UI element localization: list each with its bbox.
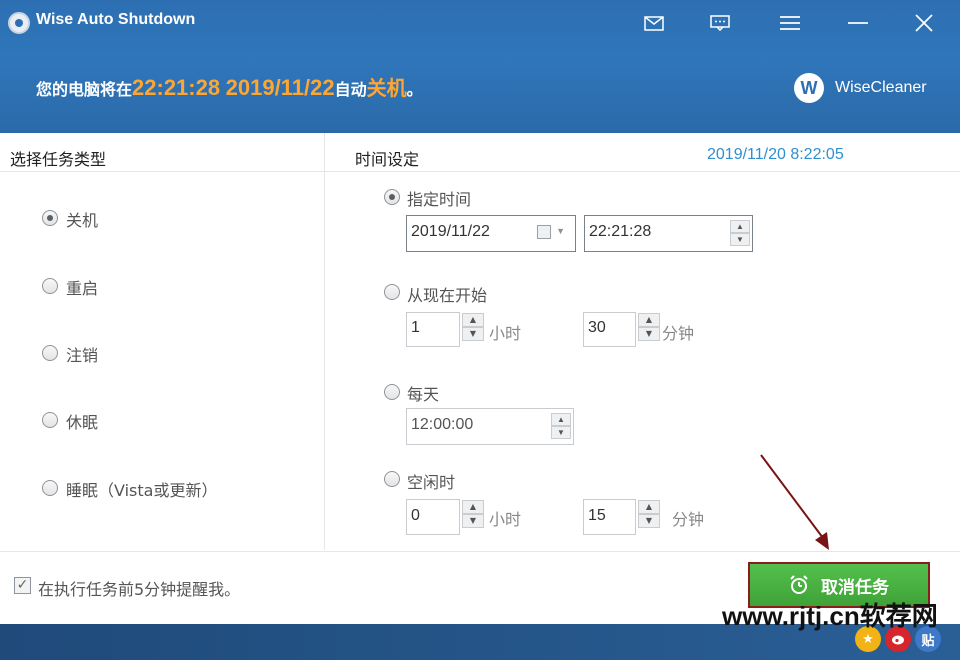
status-date: 2019/11/22 [225, 75, 335, 100]
wisecleaner-logo-icon[interactable]: W [794, 73, 824, 103]
stepper-down-icon[interactable]: ▼ [638, 514, 660, 528]
minimize-icon[interactable] [844, 8, 872, 38]
radio-hibernate[interactable] [42, 412, 58, 428]
radio-from-now[interactable] [384, 284, 400, 300]
specified-time-value: 22:21:28 [589, 223, 652, 240]
mail-icon[interactable] [640, 8, 668, 38]
time-setting-header [325, 133, 960, 172]
app-logo-icon [8, 12, 30, 34]
stepper-up-icon[interactable]: ▲ [730, 220, 750, 233]
specified-time-input[interactable]: 22:21:28 ▲ ▼ [584, 215, 753, 252]
stepper-down-icon[interactable]: ▼ [462, 514, 484, 528]
calendar-icon[interactable] [537, 225, 551, 239]
cancel-task-label: 取消任务 [821, 577, 889, 598]
from-now-hours-value: 1 [411, 319, 420, 336]
radio-restart[interactable] [42, 278, 58, 294]
idle-minutes-stepper[interactable]: ▲ ▼ [638, 500, 660, 528]
specified-time-stepper[interactable]: ▲ ▼ [730, 220, 750, 246]
idle-hours-input[interactable]: 0 [406, 499, 460, 535]
option-logoff-label[interactable]: 注销 [66, 342, 98, 366]
stepper-up-icon[interactable]: ▲ [462, 500, 484, 514]
daily-time-stepper[interactable]: ▲ ▼ [551, 413, 571, 439]
date-picker[interactable]: 2019/11/22 ▼ [406, 215, 576, 252]
idle-label[interactable]: 空闲时 [407, 469, 455, 493]
idle-hours-value: 0 [411, 507, 420, 524]
watermark-text: www.rjtj.cn软荐网 [722, 601, 938, 631]
option-restart-label[interactable]: 重启 [66, 275, 98, 299]
option-hibernate-label[interactable]: 休眠 [66, 409, 98, 433]
option-sleep-label[interactable]: 睡眠（Vista或更新） [66, 477, 217, 501]
from-now-minutes-input[interactable]: 30 [583, 312, 636, 347]
from-now-minutes-stepper[interactable]: ▲ ▼ [638, 313, 660, 341]
annotation-arrow-icon [760, 454, 829, 550]
status-suffix: 。 [406, 80, 423, 99]
from-now-hours-stepper[interactable]: ▲ ▼ [462, 313, 484, 341]
radio-sleep[interactable] [42, 480, 58, 496]
stepper-down-icon[interactable]: ▼ [730, 233, 750, 246]
idle-minutes-value: 15 [588, 507, 606, 524]
radio-idle[interactable] [384, 471, 400, 487]
reminder-checkbox[interactable]: ✓ [14, 577, 31, 594]
stepper-up-icon[interactable]: ▲ [551, 413, 571, 426]
stepper-down-icon[interactable]: ▼ [462, 327, 484, 341]
from-now-minutes-unit: 分钟 [662, 324, 695, 343]
from-now-hours-unit: 小时 [489, 324, 522, 343]
menu-icon[interactable] [776, 8, 804, 38]
shutdown-status-text: 您的电脑将在22:21:28 2019/11/22自动关机。 [36, 72, 423, 101]
idle-minutes-input[interactable]: 15 [583, 499, 636, 535]
from-now-label[interactable]: 从现在开始 [407, 282, 487, 306]
option-shutdown-label[interactable]: 关机 [66, 207, 98, 231]
status-action: 关机 [366, 76, 407, 100]
daily-time-value: 12:00:00 [411, 416, 474, 433]
radio-daily[interactable] [384, 384, 400, 400]
chevron-down-icon[interactable]: ▼ [556, 226, 565, 236]
current-datetime: 2019/11/20 8:22:05 [707, 146, 844, 163]
alarm-clock-icon [790, 575, 808, 594]
brand-name[interactable]: WiseCleaner [835, 79, 927, 97]
stepper-down-icon[interactable]: ▼ [638, 327, 660, 341]
radio-logoff[interactable] [42, 345, 58, 361]
from-now-minutes-value: 30 [588, 319, 606, 336]
feedback-icon[interactable] [706, 8, 734, 38]
idle-minutes-unit: 分钟 [672, 510, 705, 529]
radio-specified-time[interactable] [384, 189, 400, 205]
stepper-down-icon[interactable]: ▼ [551, 426, 571, 439]
stepper-up-icon[interactable]: ▲ [462, 313, 484, 327]
window-title: Wise Auto Shutdown [36, 11, 196, 28]
reminder-label[interactable]: 在执行任务前5分钟提醒我。 [38, 576, 240, 600]
stepper-up-icon[interactable]: ▲ [638, 500, 660, 514]
task-type-title: 选择任务类型 [10, 150, 107, 169]
from-now-hours-input[interactable]: 1 [406, 312, 460, 347]
daily-label[interactable]: 每天 [407, 381, 439, 405]
status-prefix: 您的电脑将在 [36, 80, 133, 99]
idle-hours-unit: 小时 [489, 510, 522, 529]
date-value: 2019/11/22 [411, 223, 490, 240]
radio-shutdown[interactable] [42, 210, 58, 226]
daily-time-input[interactable]: 12:00:00 ▲ ▼ [406, 408, 574, 445]
time-setting-title: 时间设定 [355, 150, 420, 169]
status-time: 22:21:28 [132, 75, 221, 100]
close-icon[interactable] [910, 8, 938, 38]
stepper-up-icon[interactable]: ▲ [638, 313, 660, 327]
idle-hours-stepper[interactable]: ▲ ▼ [462, 500, 484, 528]
specified-time-label[interactable]: 指定时间 [407, 186, 471, 210]
status-middle: 自动 [334, 80, 367, 99]
